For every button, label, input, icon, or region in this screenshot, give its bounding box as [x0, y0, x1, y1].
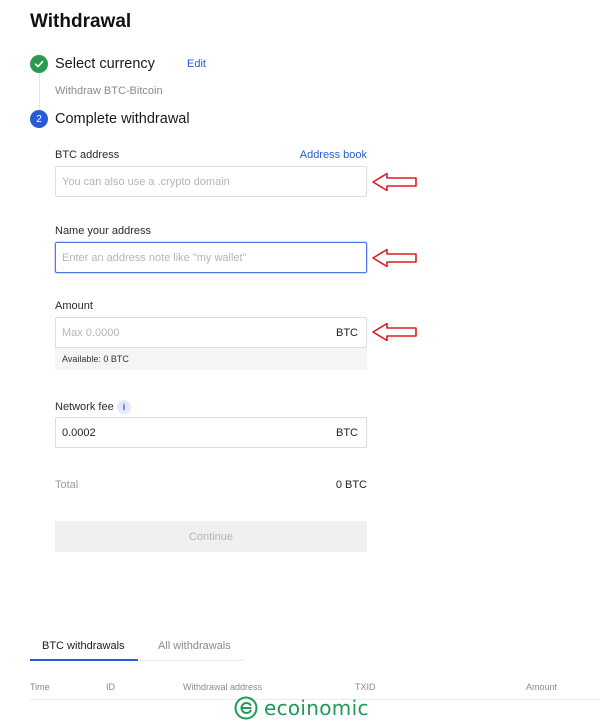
btc-address-placeholder: You can also use a .crypto domain — [62, 175, 230, 188]
amount-placeholder: Max 0.0000 — [62, 326, 120, 339]
network-fee-label: Network fee — [55, 401, 114, 413]
amount-label: Amount — [55, 300, 93, 312]
network-fee-field: 0.0002 BTC — [55, 417, 367, 448]
address-name-placeholder: Enter an address note like "my wallet" — [62, 251, 247, 264]
total-value: 0 BTC — [335, 479, 367, 491]
red-arrow-icon — [372, 322, 417, 342]
amount-unit: BTC — [336, 327, 358, 339]
red-arrow-icon — [372, 248, 417, 268]
ecoinomic-watermark: ecoinomic — [234, 696, 369, 720]
step-select-currency-label: Select currency — [55, 56, 155, 72]
tab-all-withdrawals[interactable]: All withdrawals — [158, 640, 231, 652]
step-complete-withdrawal-label: Complete withdrawal — [55, 111, 190, 127]
continue-button[interactable]: Continue — [55, 521, 367, 552]
ecoinomic-logo-icon — [234, 696, 258, 720]
address-name-label: Name your address — [55, 225, 151, 237]
info-icon[interactable]: i — [117, 400, 131, 414]
edit-currency-link[interactable]: Edit — [187, 58, 206, 70]
btc-address-input[interactable]: You can also use a .crypto domain — [55, 166, 367, 197]
total-label: Total — [55, 479, 79, 491]
page-title: Withdrawal — [30, 11, 132, 32]
watermark-text: ecoinomic — [264, 696, 369, 720]
network-fee-value: 0.0002 — [62, 426, 96, 439]
btc-address-label: BTC address — [55, 149, 120, 161]
network-fee-unit: BTC — [336, 427, 358, 439]
address-name-input[interactable]: Enter an address note like "my wallet" — [55, 242, 367, 273]
selected-currency-summary: Withdraw BTC-Bitcoin — [55, 85, 163, 97]
step-complete-check-icon — [30, 55, 48, 73]
column-header-amount: Amount — [526, 682, 558, 692]
column-header-txid: TXID — [355, 682, 376, 692]
column-header-time: Time — [30, 682, 50, 692]
amount-input[interactable]: Max 0.0000 BTC — [55, 317, 367, 348]
red-arrow-icon — [372, 172, 417, 192]
address-book-link[interactable]: Address book — [300, 149, 367, 161]
step-number-badge: 2 — [30, 110, 48, 128]
tab-btc-withdrawals[interactable]: BTC withdrawals — [42, 640, 125, 652]
available-balance: Available: 0 BTC — [55, 348, 367, 370]
step-connector — [39, 74, 40, 112]
active-tab-indicator — [30, 659, 138, 661]
column-header-withdrawal-address: Withdrawal address — [183, 682, 263, 692]
column-header-id: ID — [106, 682, 115, 692]
